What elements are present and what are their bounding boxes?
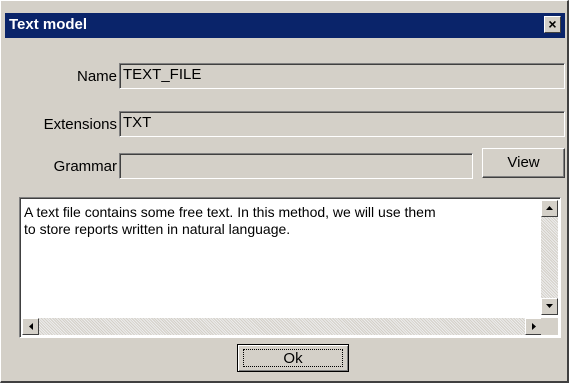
extensions-label: Extensions — [43, 116, 117, 133]
description-textarea[interactable]: A text file contains some free text. In … — [19, 197, 561, 338]
scrollbar-corner — [541, 318, 558, 335]
name-field[interactable]: TEXT_FILE — [119, 63, 565, 89]
scroll-left-button[interactable] — [22, 318, 39, 335]
ok-button-label: Ok — [283, 350, 303, 367]
scroll-up-button[interactable] — [541, 200, 558, 217]
close-icon: × — [548, 16, 557, 32]
grammar-label: Grammar — [53, 158, 117, 175]
arrow-left-icon — [29, 323, 33, 330]
close-button[interactable]: × — [544, 16, 561, 33]
description-text: A text file contains some free text. In … — [24, 204, 436, 237]
extensions-field[interactable]: TXT — [119, 111, 565, 137]
title-bar[interactable]: Text model × — [5, 13, 565, 38]
arrow-up-icon — [546, 206, 553, 210]
name-label: Name — [76, 68, 117, 85]
scroll-right-button[interactable] — [525, 318, 542, 335]
ok-button[interactable]: Ok — [237, 344, 349, 372]
arrow-right-icon — [532, 323, 536, 330]
grammar-field[interactable] — [119, 153, 473, 179]
text-model-dialog: Text model × Name TEXT_FILE Extensions T… — [0, 0, 569, 383]
view-button[interactable]: View — [482, 148, 565, 178]
scroll-down-button[interactable] — [541, 298, 558, 315]
arrow-down-icon — [546, 304, 553, 308]
horizontal-scrollbar[interactable] — [22, 318, 542, 335]
window-title: Text model — [9, 16, 88, 33]
vertical-scrollbar[interactable] — [541, 200, 558, 315]
